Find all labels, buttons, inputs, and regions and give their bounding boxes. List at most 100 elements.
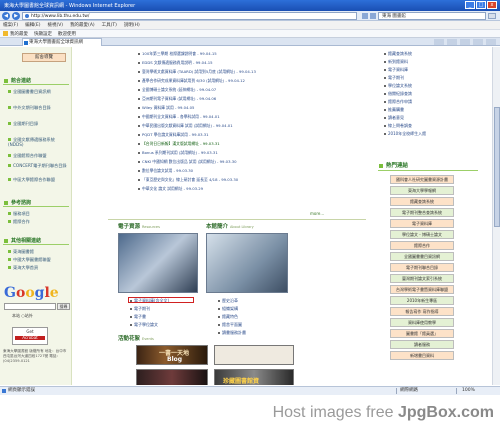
forward-icon[interactable]: ▶ (12, 11, 20, 20)
sidebar-link[interactable]: 全國館際合作聯盟 (8, 153, 70, 158)
maximize-button[interactable]: □ (476, 1, 486, 9)
favorites-star-icon[interactable] (3, 31, 8, 36)
list-item[interactable]: EDDS 文獻傳遞服務費用說明 - 99.04.15 (138, 60, 368, 66)
list-item[interactable]: CNKI 中國知網 數位出版品 試用 (試用網址) - 99.03.30 (138, 159, 368, 165)
favorites-item[interactable]: 我的最愛 (10, 31, 28, 37)
vertical-scrollbar[interactable] (492, 47, 500, 385)
event-banner[interactable]: 珍藏圖書館資 (214, 369, 294, 385)
sidebar-link[interactable]: 東海大學首頁 (8, 265, 70, 270)
hot-link-button[interactable]: 圖書館「館員選」 (390, 329, 454, 338)
feeds-icon[interactable] (447, 39, 457, 45)
print-icon[interactable] (460, 39, 470, 45)
quick-link[interactable]: 館際合作申請 (384, 99, 412, 105)
event-banner[interactable]: 一書一天地 Blog (136, 345, 208, 365)
sidebar-link[interactable]: 全國文獻傳遞服務系統(NDDS) (8, 137, 70, 147)
list-item[interactable]: 臺灣學術文獻資料庫 (TAARD) 試用到5月底 (試用網址) - 99.04.… (138, 69, 368, 75)
quick-link[interactable]: 2010年全校師生入館 (384, 131, 426, 137)
sidebar-link[interactable]: 服務項目 (8, 211, 70, 216)
menu-file[interactable]: 檔案(F) (3, 22, 18, 28)
sidebar-link[interactable]: 館際合作 (8, 219, 70, 224)
tour-button[interactable]: 館舍導覽 (22, 53, 66, 62)
quick-link[interactable]: 新到館資料 (384, 59, 408, 65)
zoom-level[interactable]: 100% (462, 387, 475, 395)
hot-link-button[interactable]: 新增書目資料 (390, 351, 454, 360)
hot-link-button[interactable]: 電子資料庫 (390, 219, 454, 228)
resource-link[interactable]: 電子書 (130, 314, 146, 320)
about-link[interactable]: 讀書服務計畫 (218, 330, 246, 336)
list-item[interactable]: PQDT 學位論文資料庫試用 - 99.03.31 (138, 132, 368, 138)
search-icon[interactable] (488, 13, 496, 19)
about-link[interactable]: 組織架構 (218, 306, 238, 312)
list-item[interactable]: 數位學位論文試用 - 99.03.30 (138, 168, 368, 174)
list-item[interactable]: 亞洲期刊電子資料庫 (試用網址) - 99.04.06 (138, 96, 368, 102)
tools-menu-icon[interactable] (486, 39, 496, 45)
event-banner[interactable] (214, 345, 294, 365)
favorites-item[interactable]: 快顯設定 (34, 31, 52, 37)
google-scope-radio[interactable]: 本站 ○站外 (12, 313, 33, 319)
google-search-input[interactable] (4, 303, 56, 310)
close-button[interactable]: x (487, 1, 497, 9)
sidebar-link[interactable]: 中國大學圖書館聯盟 (8, 257, 70, 262)
refresh-icon[interactable] (362, 13, 368, 19)
list-item[interactable]: Bonus 系列期刊試用 (試用網址) - 99.03.31 (138, 150, 368, 156)
hot-link-button[interactable]: 讀者服務 (390, 340, 454, 349)
hot-link-button[interactable]: 資料庫使用教學 (390, 318, 454, 327)
hot-link-button[interactable]: 全國圖書書目資訊網 (390, 252, 454, 261)
hot-link-button[interactable]: 報告寫作 寫作指導 (390, 307, 454, 316)
quick-link[interactable]: 電子資料庫 (384, 67, 408, 73)
about-link[interactable]: 館藏特色 (218, 314, 238, 320)
home-icon[interactable] (434, 39, 444, 45)
hot-link-button[interactable]: 台灣學術電子書暨資料庫聯盟 (390, 285, 454, 294)
hot-link-button[interactable]: 臺灣期刊論文索引系統 (390, 274, 454, 283)
about-link[interactable]: 館舍平面圖 (218, 322, 242, 328)
sidebar-link[interactable]: 全國期刊目錄 (8, 121, 70, 126)
menu-edit[interactable]: 編輯(E) (25, 22, 40, 28)
error-page-icon[interactable] (2, 389, 6, 393)
menu-help[interactable]: 說明(H) (124, 22, 140, 28)
page-menu-icon[interactable] (473, 39, 483, 45)
list-item[interactable]: Wiley 資料庫 試用 - 99.04.05 (138, 105, 368, 111)
sidebar-link[interactable]: 全國圖書書目資訊網 (8, 89, 70, 94)
sidebar-link[interactable]: 中外文期刊聯合目錄 (8, 105, 70, 110)
list-item[interactable]: 「東亞歷史與文化」線上研討會 延長至 4/18 - 99.03.30 (138, 177, 368, 183)
list-item[interactable]: 產學合作研究成果資料庫試用到 6/30 (試用網址) - 99.04.12 (138, 78, 368, 84)
resource-link[interactable]: 電子學位論文 (130, 322, 158, 328)
url-input[interactable]: http://www.lib.thu.edu.tw/ (22, 12, 357, 20)
list-item[interactable]: 中國期刊全文資料庫 - 各學科試用 - 99.04.01 (138, 114, 368, 120)
back-icon[interactable]: ◀ (2, 11, 10, 20)
stop-icon[interactable] (370, 13, 376, 19)
tab-active[interactable]: 東海大學圖書館全球資訊網 (22, 38, 102, 46)
search-input[interactable]: 東海 圖書館 (378, 12, 486, 20)
hot-link-button[interactable]: 學位論文 - 博碩士論文 (390, 230, 454, 239)
hot-link-button[interactable]: 國科會人社研究圖書資源計畫 (390, 175, 454, 184)
quick-link[interactable]: 推薦購書 (384, 107, 404, 113)
menu-tools[interactable]: 工具(T) (102, 22, 117, 28)
quick-link[interactable]: 館藏查詢系統 (384, 51, 412, 57)
sidebar-link[interactable]: 東海圖書館 (8, 249, 70, 254)
hot-link-button[interactable]: 東海大學學報網 (390, 186, 454, 195)
list-item[interactable]: 中華文化 論文 試用網址 - 99.03.29 (138, 186, 368, 192)
hot-link-button[interactable]: 電子期刊整合查詢系統 (390, 208, 454, 217)
list-item[interactable]: 【台灣日日新報】漢文版試用網址 - 99.03.31 (138, 141, 368, 147)
quick-link[interactable]: 電子期刊 (384, 75, 404, 81)
get-acrobat-badge[interactable]: Get Acrobat (12, 327, 48, 345)
event-banner[interactable] (136, 369, 208, 385)
quick-link[interactable]: 線上問卷調查 (384, 123, 412, 129)
hot-link-button[interactable]: 館藏查詢系統 (390, 197, 454, 206)
quick-link[interactable]: 借閱紀錄查詢 (384, 91, 412, 97)
quick-link[interactable]: 學位論文系統 (384, 83, 412, 89)
sidebar-link[interactable]: 中區大學館際合作聯盟 (8, 177, 70, 182)
google-search-button[interactable]: 搜尋 (57, 303, 70, 310)
list-item[interactable]: 中華民國出版文獻資料庫 試用 (試用網址) - 99.04.01 (138, 123, 368, 129)
resource-link[interactable]: 電子期刊 (130, 306, 150, 312)
favorites-item[interactable]: 歡迎使用 (58, 31, 76, 37)
hot-link-button[interactable]: 2010年新生專區 (390, 296, 454, 305)
scrollbar-thumb[interactable] (494, 107, 500, 227)
news-more-link[interactable]: more... (310, 211, 324, 216)
list-item[interactable]: 全國博碩士論文系統 (延伸網址) - 99.04.07 (138, 87, 368, 93)
sidebar-link[interactable]: CONCERT電子期刊聯合目錄 (8, 163, 70, 168)
list-item[interactable]: 100年第三學期 校際選課說明會 - 99.04.15 (138, 51, 368, 57)
quick-link[interactable]: 讀者意見 (384, 115, 404, 121)
menu-favorites[interactable]: 我的最愛(A) (70, 22, 95, 28)
hot-link-button[interactable]: 館際合作 (390, 241, 454, 250)
